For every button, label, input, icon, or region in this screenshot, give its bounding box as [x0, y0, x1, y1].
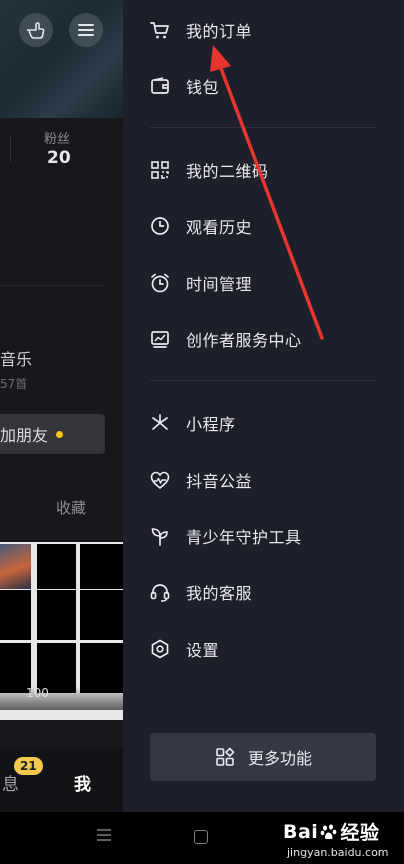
paw-icon [320, 823, 338, 841]
grid-caption-text: 100 [26, 686, 49, 700]
wallet-icon [149, 75, 171, 97]
video-thumbnail[interactable] [0, 544, 31, 589]
divider [150, 127, 376, 128]
video-thumbnail[interactable] [0, 590, 31, 640]
settings-hexagon-icon [149, 638, 171, 660]
followers-label: 粉丝 [44, 132, 71, 147]
menu-item-customer-service[interactable]: 我的客服 [149, 572, 389, 612]
add-friend-button[interactable]: 加朋友 [0, 414, 105, 454]
menu-item-label: 观看历史 [186, 218, 253, 237]
nav-me[interactable]: 我 [74, 770, 91, 795]
headset-icon [149, 581, 171, 603]
chart-icon [149, 328, 171, 350]
hand-pointer-icon [26, 20, 46, 40]
music-title[interactable]: 音乐 [0, 346, 32, 370]
menu-button[interactable] [69, 13, 103, 47]
menu-item-label: 钱包 [186, 78, 220, 97]
menu-item-label: 小程序 [186, 415, 236, 434]
messages-badge: 21 [14, 757, 43, 775]
play-count: 100 [0, 686, 123, 710]
menu-item-label: 我的客服 [186, 584, 253, 603]
mini-program-icon [149, 412, 171, 434]
more-features-button[interactable]: 更多功能 [150, 733, 376, 781]
menu-item-settings[interactable]: 设置 [149, 629, 389, 669]
notification-dot [56, 430, 64, 438]
watermark-brand-right: 经验 [340, 822, 380, 844]
menu-item-label: 设置 [186, 641, 220, 660]
menu-item-charity[interactable]: 抖音公益 [149, 460, 389, 500]
menu-item-label: 时间管理 [186, 275, 253, 294]
menu-item-wallet[interactable]: 钱包 [149, 66, 389, 106]
baidu-jingyan-watermark: Bai 经验 jingyan.baidu.com [283, 818, 389, 860]
video-thumbnail[interactable] [37, 590, 76, 640]
gesture-button[interactable] [19, 13, 53, 47]
cart-icon [149, 19, 171, 41]
add-friend-label: 加朋友 [0, 426, 49, 445]
followers-count[interactable]: 20 [47, 148, 71, 168]
watermark-brand: Bai 经验 [283, 818, 389, 845]
system-home-icon[interactable] [194, 830, 208, 844]
alarm-icon [149, 272, 171, 294]
charity-heart-icon [149, 469, 171, 491]
video-thumbnail[interactable] [80, 544, 123, 589]
menu-item-label: 青少年守护工具 [186, 528, 302, 547]
video-thumbnail[interactable] [80, 590, 123, 640]
menu-item-mini-programs[interactable]: 小程序 [149, 403, 389, 443]
watermark-url: jingyan.baidu.com [287, 846, 389, 859]
qrcode-icon [149, 159, 171, 181]
menu-item-label: 抖音公益 [186, 472, 253, 491]
divider [0, 285, 105, 286]
nav-messages[interactable]: 息 [2, 770, 19, 795]
side-drawer: 我的订单 钱包 我的二维码 观看历史 时间管理 创作者服务中心 小程序 抖音公益… [123, 0, 404, 812]
video-thumbnail[interactable] [37, 544, 76, 589]
clock-icon [149, 215, 171, 237]
menu-item-orders[interactable]: 我的订单 [149, 10, 389, 50]
grid-apps-icon [214, 746, 236, 768]
menu-item-time-management[interactable]: 时间管理 [149, 263, 389, 303]
menu-item-label: 创作者服务中心 [186, 331, 302, 350]
more-features-label: 更多功能 [247, 749, 312, 768]
tab-favorites[interactable]: 收藏 [56, 497, 86, 518]
profile-banner [0, 0, 123, 118]
hamburger-icon [77, 22, 95, 38]
menu-item-label: 我的二维码 [186, 162, 269, 181]
menu-item-watch-history[interactable]: 观看历史 [149, 206, 389, 246]
watermark-brand-left: Bai [283, 820, 319, 843]
menu-item-label: 我的订单 [186, 22, 253, 41]
divider [10, 136, 11, 162]
system-menu-icon[interactable] [96, 828, 112, 842]
menu-item-qrcode[interactable]: 我的二维码 [149, 150, 389, 190]
profile-panel: 粉丝 20 音乐 57首 加朋友 收藏 100 息 21 我 [0, 0, 123, 812]
divider [150, 380, 376, 381]
menu-item-youth-protection[interactable]: 青少年守护工具 [149, 516, 389, 556]
sprout-icon [149, 525, 171, 547]
music-count: 57首 [0, 377, 28, 391]
menu-item-creator-center[interactable]: 创作者服务中心 [149, 319, 389, 359]
